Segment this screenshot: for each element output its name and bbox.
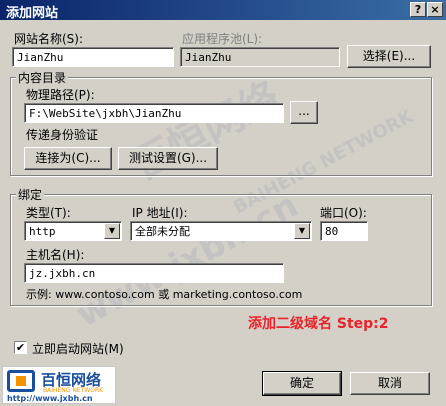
logo-url: http://www.jxbh.cn xyxy=(7,394,93,403)
ok-button[interactable]: 确定 xyxy=(262,371,342,396)
select-app-pool-button[interactable]: 选择(E)... xyxy=(347,45,431,68)
type-label: 类型(T): xyxy=(26,206,71,220)
site-name-input[interactable]: JianZhu xyxy=(12,47,174,67)
ip-address-select[interactable]: 全部未分配 xyxy=(130,221,312,241)
ip-address-dropdown-icon[interactable]: ▼ xyxy=(294,223,310,239)
test-settings-button[interactable]: 测试设置(G)... xyxy=(118,147,218,170)
app-pool-label: 应用程序池(L): xyxy=(182,32,263,46)
app-pool-field: JianZhu xyxy=(180,47,340,67)
pass-through-label: 传递身份验证 xyxy=(26,128,99,142)
logo: 百恒网络 BAIHENG NETWORK http://www.jxbh.cn xyxy=(2,366,116,404)
close-button[interactable]: × xyxy=(427,2,443,17)
site-name-label: 网站名称(S): xyxy=(14,32,84,46)
start-now-checkbox[interactable]: ✔ xyxy=(14,341,27,354)
binding-legend: 绑定 xyxy=(16,186,45,203)
content-dir-legend: 内容目录 xyxy=(16,69,69,86)
browse-button[interactable]: ... xyxy=(290,101,318,124)
ip-address-label: IP 地址(I): xyxy=(132,206,188,220)
cancel-button[interactable]: 取消 xyxy=(350,372,430,395)
port-label: 端口(O): xyxy=(320,206,367,220)
host-name-input[interactable]: jz.jxbh.cn xyxy=(24,263,284,283)
ip-address-value: 全部未分配 xyxy=(135,225,190,238)
step-annotation: 添加二级域名 Step:2 xyxy=(248,316,389,332)
type-select-value: http xyxy=(29,225,56,238)
host-name-label: 主机名(H): xyxy=(26,248,85,262)
physical-path-input[interactable]: F:\WebSite\jxbh\JianZhu xyxy=(24,103,284,123)
window-title: 添加网站 xyxy=(6,6,59,21)
logo-subtitle: BAIHENG NETWORK xyxy=(43,387,104,394)
type-dropdown-icon[interactable]: ▼ xyxy=(104,223,120,239)
logo-mark-icon xyxy=(7,370,35,392)
start-now-label: 立即启动网站(M) xyxy=(32,342,124,356)
binding-example-text: 示例: www.contoso.com 或 marketing.contoso.… xyxy=(26,288,303,301)
title-bar xyxy=(0,0,446,20)
physical-path-label: 物理路径(P): xyxy=(26,88,95,102)
port-input[interactable]: 80 xyxy=(320,221,368,241)
connect-as-button[interactable]: 连接为(C)... xyxy=(24,147,112,170)
help-button[interactable]: ? xyxy=(410,2,426,17)
